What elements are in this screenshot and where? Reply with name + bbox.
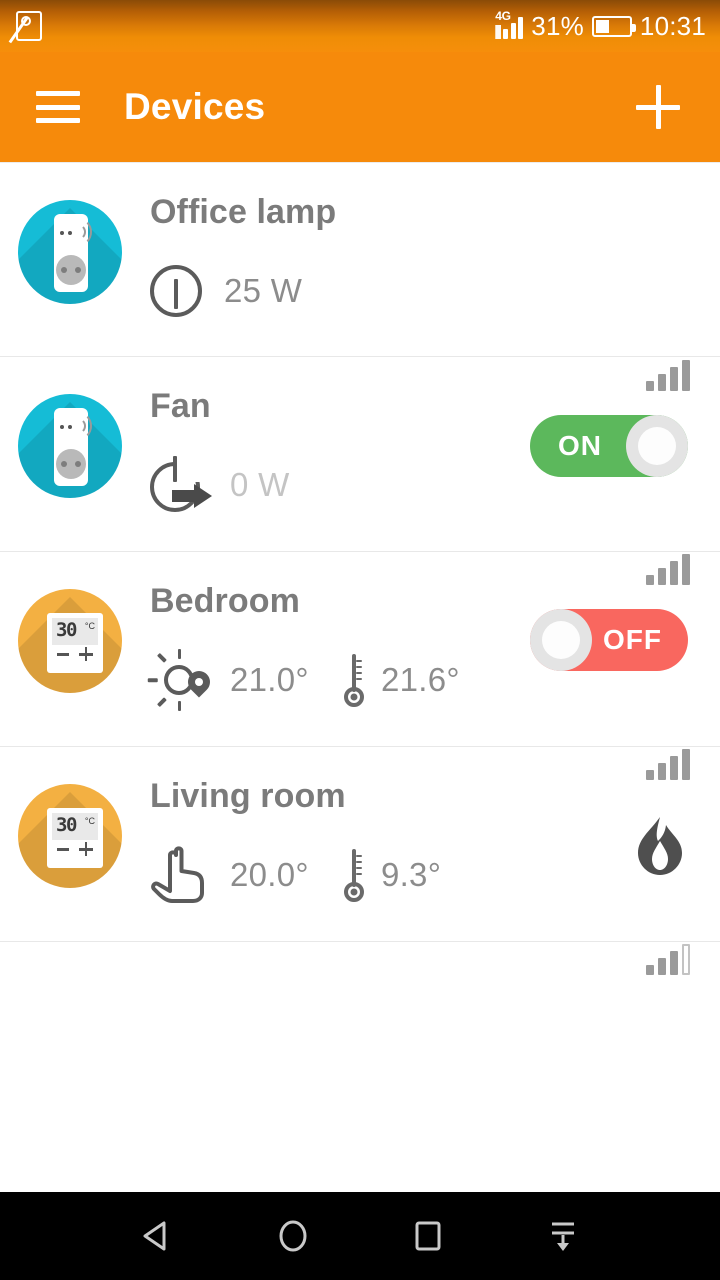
plug-led-1: [60, 425, 64, 429]
device-name: Office lamp: [150, 193, 337, 231]
battery-percent-label: 31%: [531, 10, 584, 41]
status-bar-left: [0, 11, 42, 41]
home-circle-icon[interactable]: [225, 1192, 360, 1280]
thermostat-icon: 30 °C: [18, 589, 122, 693]
device-secondary-value: 9.3°: [380, 856, 442, 893]
image-icon: [16, 11, 42, 41]
device-primary-value: 20.0°: [230, 856, 309, 893]
thermostat-minus-button[interactable]: [57, 653, 69, 656]
plug-socket: [56, 255, 86, 285]
thermostat-display-unit: °C: [84, 621, 95, 631]
device-primary-value: 25 W: [224, 272, 303, 309]
smart-plug-icon: [18, 200, 122, 304]
cellular-signal-icon: 4G: [495, 9, 524, 39]
plug-led-1: [60, 231, 64, 235]
power-on-circle-icon: [150, 265, 202, 317]
device-meta: 0 W: [150, 455, 290, 515]
antenna-icon: [495, 25, 502, 39]
device-name: Fan: [150, 387, 211, 425]
device-row[interactable]: Fan 0 W OFF: [0, 357, 720, 671]
back-triangle-icon[interactable]: [90, 1192, 225, 1280]
thermostat-display-value: 30: [56, 619, 77, 641]
status-bar: 4G 31% 10:31: [0, 0, 720, 52]
thermostat-body: 30 °C: [47, 613, 103, 673]
signal-bar: [670, 951, 678, 975]
android-nav-bar: [0, 1192, 720, 1280]
device-row[interactable]: Office lamp 25 W ON: [0, 162, 720, 477]
device-meta: 21.0° 21.6°: [147, 649, 460, 711]
thermostat-display: 30 °C: [52, 813, 98, 840]
thermostat-icon: 30 °C: [18, 784, 122, 888]
hamburger-menu-icon[interactable]: [36, 91, 80, 123]
thermostat-body: 30 °C: [47, 808, 103, 868]
signal-bar: [658, 958, 666, 975]
device-row[interactable]: 30 °C Living room 20.0° 9.3°: [0, 747, 720, 975]
recents-square-icon[interactable]: [360, 1192, 495, 1280]
status-bar-right: 4G 31% 10:31: [495, 9, 720, 42]
thermostat-plus-button[interactable]: [79, 647, 93, 661]
wireless-wave-icon: [66, 218, 92, 246]
signal-bar: [646, 965, 654, 975]
signal-bar: [682, 944, 690, 975]
device-list: Office lamp 25 W ON Fan 0 W OFF 30 °C Bedroom 21.…: [0, 162, 720, 975]
thermostat-display-value: 30: [56, 814, 77, 836]
device-primary-value: 21.0°: [230, 661, 309, 698]
device-meta: 25 W: [150, 261, 302, 321]
device-row[interactable]: 30 °C Bedroom 21.0° 21.6°: [0, 552, 720, 780]
thermometer-icon: [339, 652, 369, 708]
page-title: Devices: [124, 86, 266, 127]
plug-socket: [56, 449, 86, 479]
add-device-button[interactable]: [636, 85, 680, 129]
thermometer-icon: [339, 847, 369, 903]
device-secondary-value: 21.6°: [380, 661, 460, 698]
thermostat-minus-button[interactable]: [57, 848, 69, 851]
timer-off-arrow-icon: [150, 456, 212, 514]
smart-plug-icon: [18, 394, 122, 498]
hand-manual-icon: [150, 845, 214, 905]
thermostat-plus-button[interactable]: [79, 842, 93, 856]
app-bar: Devices: [0, 52, 720, 162]
flame-heating-icon: [632, 815, 688, 877]
thermostat-display-unit: °C: [84, 816, 95, 826]
hide-navbar-icon[interactable]: [495, 1192, 630, 1280]
clock-label: 10:31: [639, 10, 706, 41]
device-signal-icon: [646, 943, 690, 975]
wireless-wave-icon: [66, 412, 92, 440]
network-type-label: 4G: [495, 9, 511, 23]
battery-icon: [591, 15, 636, 37]
device-name: Bedroom: [150, 582, 300, 620]
device-meta: 20.0° 9.3°: [150, 845, 441, 905]
thermostat-display: 30 °C: [52, 618, 98, 645]
device-primary-value: 0 W: [230, 466, 290, 503]
device-name: Living room: [150, 777, 346, 815]
sun-location-icon: [147, 649, 216, 711]
